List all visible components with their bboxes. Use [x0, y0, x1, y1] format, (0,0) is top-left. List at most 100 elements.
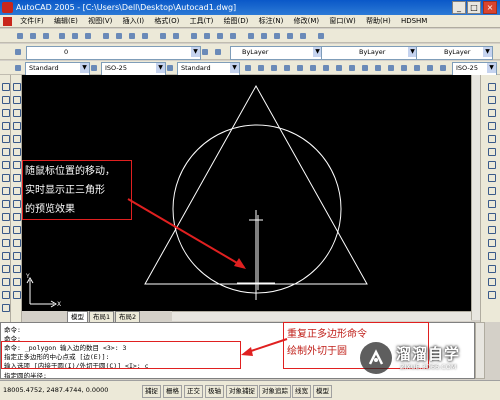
new-icon[interactable] — [14, 30, 27, 43]
construction-line-icon[interactable] — [0, 94, 10, 104]
drawing-area[interactable]: Y X 随鼠标位置的移动， 实时显示正三角形 的预览效果 — [22, 75, 480, 320]
sheet-set-icon[interactable] — [284, 30, 297, 43]
make-block-icon[interactable] — [0, 237, 10, 247]
lineweight-dropdown[interactable]: ByLayer ▼ — [416, 46, 493, 60]
menu-window[interactable]: 窗口(W) — [325, 15, 359, 28]
vertical-scrollbar[interactable] — [471, 75, 480, 320]
cut-icon[interactable] — [100, 30, 113, 43]
ordinate-dim-icon[interactable] — [281, 62, 294, 75]
grid-toggle[interactable]: 栅格 — [163, 385, 182, 398]
snap-tangent-icon[interactable] — [11, 198, 21, 208]
publish-icon[interactable] — [82, 30, 95, 43]
insert-block-icon[interactable] — [0, 224, 10, 234]
hatch-icon[interactable] — [0, 263, 10, 273]
autocad-app-icon[interactable] — [2, 2, 13, 13]
dim-style-dropdown[interactable]: ISO-25 ▼ — [101, 62, 166, 76]
table-style-dropdown[interactable]: Standard ▼ — [177, 62, 240, 76]
stretch-icon[interactable] — [486, 185, 496, 195]
maximize-button[interactable]: □ — [467, 1, 481, 14]
polar-toggle[interactable]: 极轴 — [205, 385, 224, 398]
zoom-window-icon[interactable] — [214, 30, 227, 43]
text-style-dropdown[interactable]: Standard ▼ — [25, 62, 90, 76]
dim-style-icon[interactable] — [88, 62, 101, 75]
menu-insert[interactable]: 插入(I) — [119, 15, 149, 28]
baseline-dim-icon[interactable] — [359, 62, 372, 75]
paste-icon[interactable] — [126, 30, 139, 43]
snap-parallel-icon[interactable] — [11, 224, 21, 234]
match-properties-icon[interactable] — [139, 30, 152, 43]
fillet-icon[interactable] — [486, 276, 496, 286]
explode-icon[interactable] — [486, 289, 496, 299]
command-prompt[interactable]: 指定圆的半径: — [4, 370, 47, 378]
menu-modify[interactable]: 修改(M) — [290, 15, 324, 28]
circle-icon[interactable] — [0, 159, 10, 169]
minimize-button[interactable]: _ — [452, 1, 466, 14]
layer-previous-icon[interactable] — [212, 46, 225, 59]
ellipse-icon[interactable] — [0, 198, 10, 208]
snap-insert-icon[interactable] — [11, 237, 21, 247]
arc-icon[interactable] — [0, 146, 10, 156]
osnap-toggle[interactable]: 对象捕捉 — [226, 385, 258, 398]
snap-node-icon[interactable] — [11, 250, 21, 260]
chevron-down-icon[interactable]: ▼ — [487, 63, 496, 73]
color-dropdown[interactable]: ByLayer ▼ — [230, 46, 323, 60]
arc-length-icon[interactable] — [268, 62, 281, 75]
dim-edit-icon[interactable] — [424, 62, 437, 75]
menu-edit[interactable]: 编辑(E) — [50, 15, 82, 28]
markup-icon[interactable] — [297, 30, 310, 43]
layer-manager-icon[interactable] — [12, 46, 25, 59]
document-icon[interactable] — [3, 17, 12, 26]
close-button[interactable]: × — [483, 1, 497, 14]
snap-from-icon[interactable] — [11, 94, 21, 104]
continue-dim-icon[interactable] — [372, 62, 385, 75]
snap-nearest-icon[interactable] — [11, 263, 21, 273]
horizontal-scrollbar[interactable] — [172, 311, 471, 321]
layer-dropdown[interactable]: 0 ▼ — [26, 46, 201, 60]
copy-icon[interactable] — [113, 30, 126, 43]
osnap-settings-icon[interactable] — [11, 289, 21, 299]
redo-icon[interactable] — [170, 30, 183, 43]
zoom-previous-icon[interactable] — [227, 30, 240, 43]
model-toggle[interactable]: 模型 — [313, 385, 332, 398]
spline-icon[interactable] — [0, 185, 10, 195]
line-icon[interactable] — [0, 81, 10, 91]
chamfer-icon[interactable] — [486, 263, 496, 273]
gradient-icon[interactable] — [0, 276, 10, 286]
snap-midpoint-icon[interactable] — [11, 120, 21, 130]
point-icon[interactable] — [0, 250, 10, 260]
snap-endpoint-icon[interactable] — [11, 107, 21, 117]
snap-intersection-icon[interactable] — [11, 133, 21, 143]
copy-object-icon[interactable] — [486, 94, 496, 104]
move-icon[interactable] — [486, 146, 496, 156]
temp-tracking-icon[interactable] — [11, 81, 21, 91]
tool-palettes-icon[interactable] — [271, 30, 284, 43]
linetype-dropdown[interactable]: ByLayer ▼ — [321, 46, 418, 60]
undo-icon[interactable] — [157, 30, 170, 43]
snap-perpendicular-icon[interactable] — [11, 211, 21, 221]
make-current-layer-icon[interactable] — [199, 46, 212, 59]
break-at-point-icon[interactable] — [486, 224, 496, 234]
offset-icon[interactable] — [486, 120, 496, 130]
design-center-icon[interactable] — [258, 30, 271, 43]
scale-icon[interactable] — [486, 172, 496, 182]
snap-apparent-icon[interactable] — [11, 146, 21, 156]
mirror-icon[interactable] — [486, 107, 496, 117]
snap-center-icon[interactable] — [11, 172, 21, 182]
pan-icon[interactable] — [188, 30, 201, 43]
open-icon[interactable] — [27, 30, 40, 43]
trim-icon[interactable] — [486, 198, 496, 208]
extend-icon[interactable] — [486, 211, 496, 221]
menu-file[interactable]: 文件(F) — [16, 15, 48, 28]
region-icon[interactable] — [0, 289, 10, 299]
save-icon[interactable] — [40, 30, 53, 43]
dim-style-right-dropdown[interactable]: ISO-25 ▼ — [452, 62, 497, 76]
snap-none-icon[interactable] — [11, 276, 21, 286]
menu-help[interactable]: 帮助(H) — [362, 15, 395, 28]
properties-icon[interactable] — [245, 30, 258, 43]
erase-icon[interactable] — [486, 81, 496, 91]
quick-dim-icon[interactable] — [346, 62, 359, 75]
join-icon[interactable] — [486, 250, 496, 260]
polygon-icon[interactable] — [0, 120, 10, 130]
text-style-icon[interactable] — [12, 62, 25, 75]
menu-hdshm[interactable]: HDSHM — [397, 15, 431, 28]
